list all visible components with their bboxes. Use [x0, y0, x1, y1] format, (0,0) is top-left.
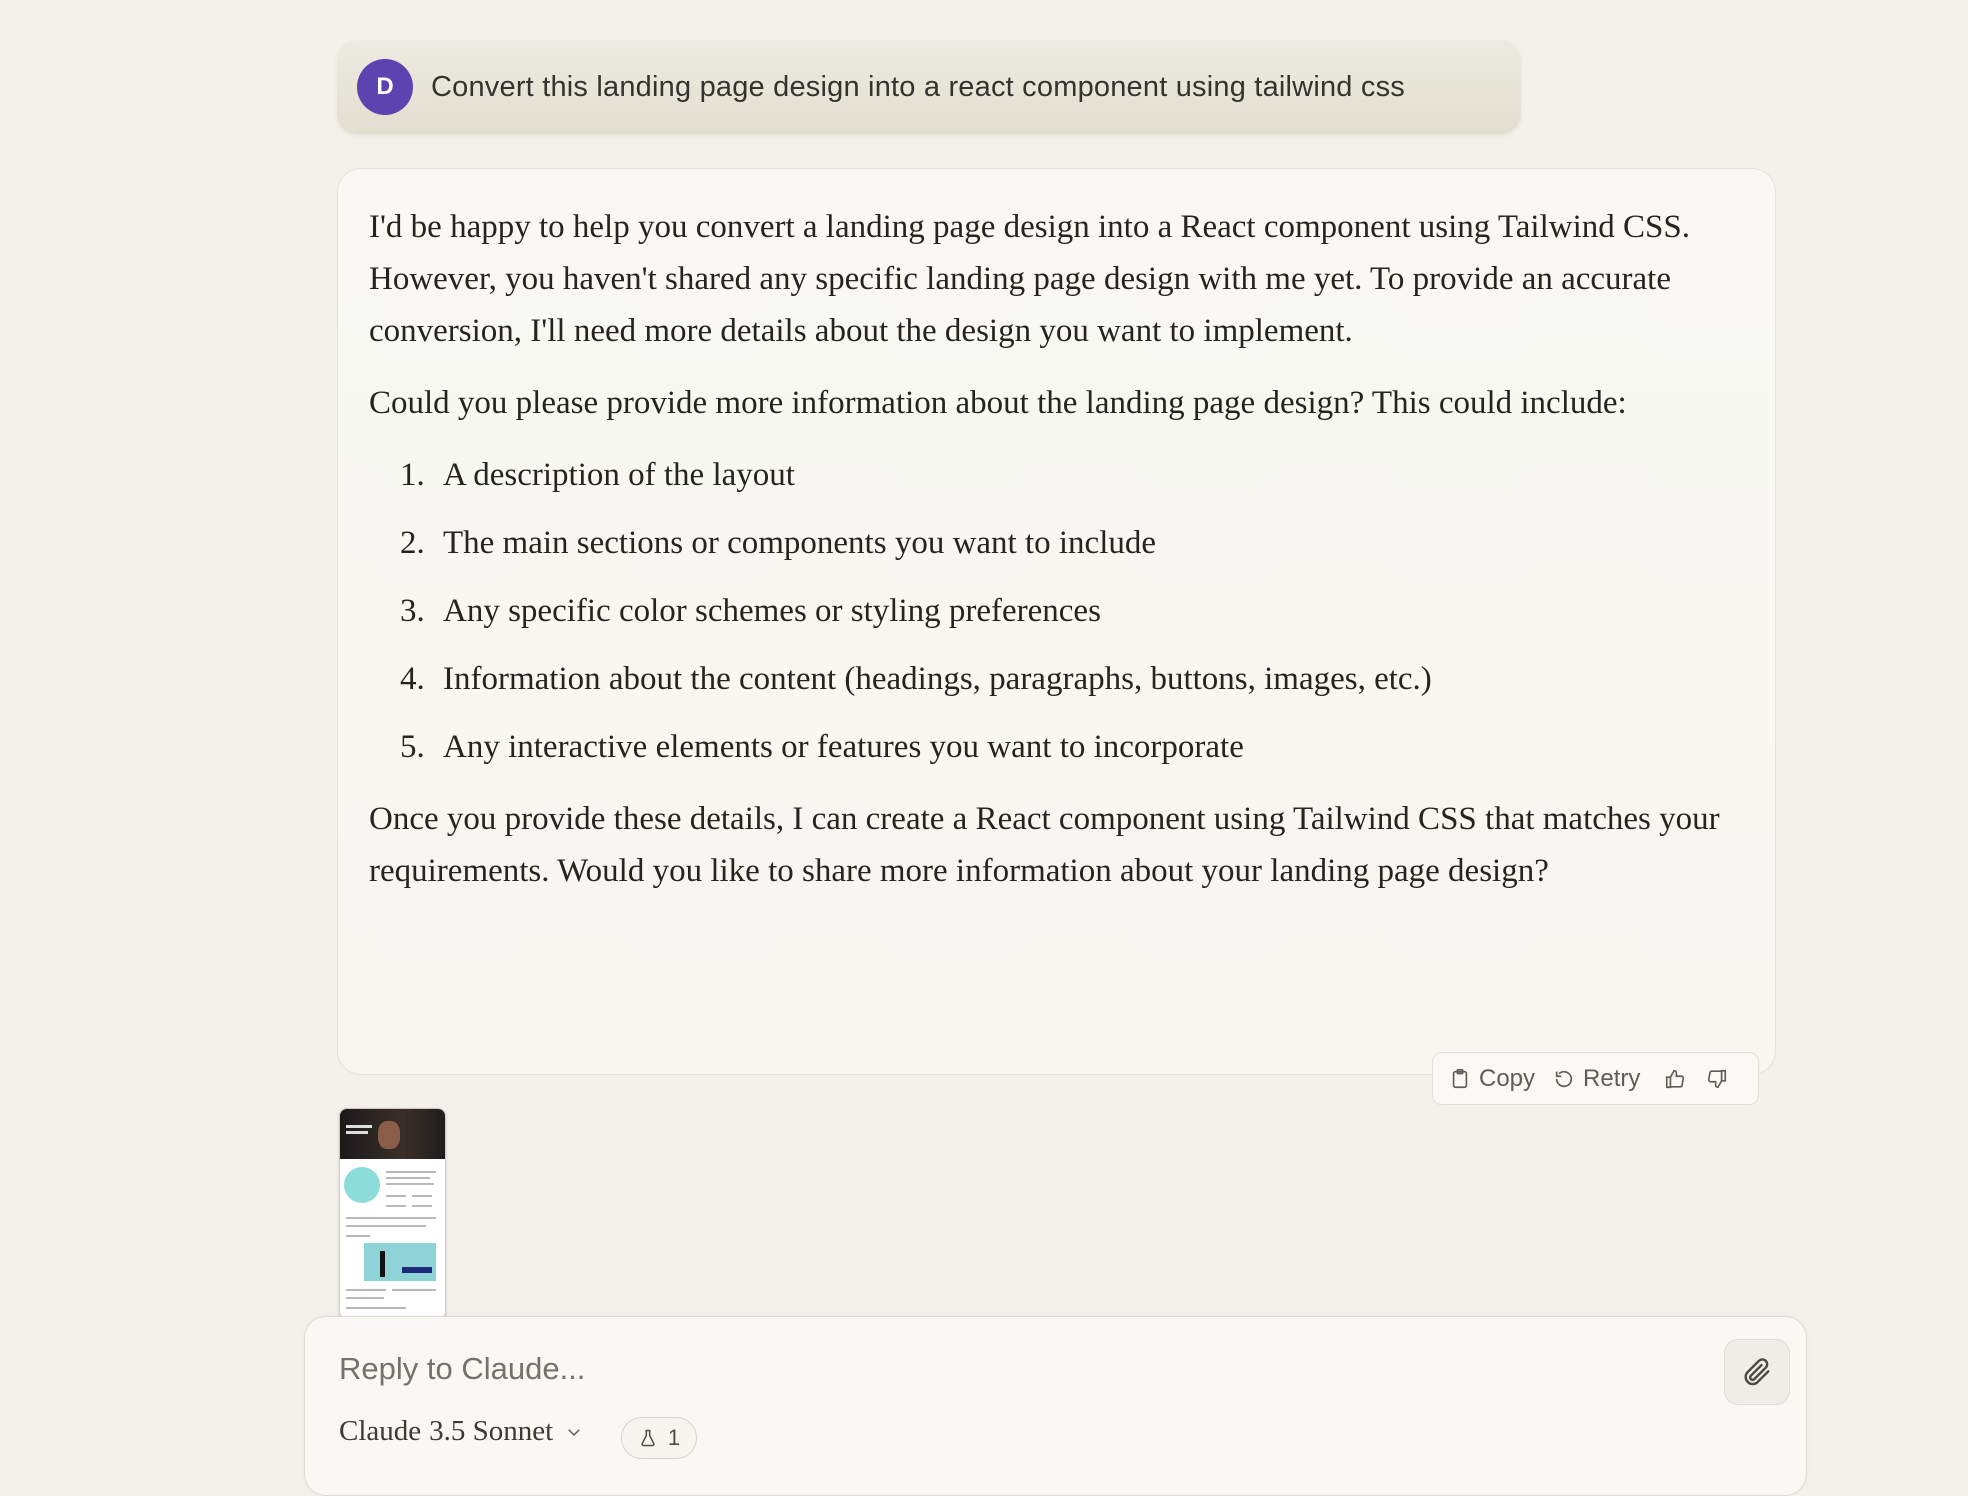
thumbnail-hero [340, 1109, 445, 1159]
user-message: D Convert this landing page design into … [337, 40, 1521, 134]
copy-button[interactable]: Copy [1449, 1065, 1535, 1093]
thumbs-down-button[interactable] [1706, 1068, 1728, 1090]
retry-label: Retry [1583, 1064, 1641, 1092]
message-actions: Copy Retry [1432, 1052, 1759, 1105]
thumbs-down-icon [1708, 1069, 1727, 1088]
model-version: 3.5 Sonnet [429, 1415, 554, 1447]
list-item: Any interactive elements or features you… [433, 721, 1745, 773]
thumbnail-map [344, 1167, 380, 1203]
user-avatar: D [357, 59, 413, 115]
thumbnail-feature [364, 1243, 436, 1281]
assistant-message: I'd be happy to help you convert a landi… [337, 168, 1776, 1075]
assistant-paragraph: Once you provide these details, I can cr… [369, 801, 1720, 889]
attach-button[interactable] [1724, 1339, 1790, 1405]
experiments-chip[interactable]: 1 [621, 1417, 697, 1459]
experiments-count: 1 [667, 1425, 681, 1450]
flask-icon [641, 1429, 655, 1447]
list-item: Information about the content (headings,… [433, 653, 1745, 705]
thumbs-up-button[interactable] [1664, 1068, 1686, 1090]
list-item: A description of the layout [433, 449, 1745, 501]
retry-icon [1555, 1070, 1573, 1087]
thumbs-up-icon [1666, 1069, 1685, 1088]
assistant-list: A description of the layout The main sec… [369, 449, 1745, 773]
reply-composer: Claude 3.5 Sonnet 1 [304, 1316, 1807, 1496]
attachment-thumbnail[interactable] [339, 1108, 446, 1320]
copy-label: Copy [1479, 1064, 1536, 1092]
reply-input[interactable] [339, 1347, 1659, 1391]
assistant-paragraph: Could you please provide more informatio… [369, 385, 1627, 421]
paperclip-icon [1744, 1358, 1770, 1386]
model-selector[interactable]: Claude 3.5 Sonnet [339, 1415, 583, 1448]
chevron-down-icon [568, 1428, 580, 1436]
list-item: The main sections or components you want… [433, 517, 1745, 569]
model-name: Claude [339, 1415, 422, 1447]
user-message-text: Convert this landing page design into a … [431, 70, 1405, 103]
retry-button[interactable]: Retry [1553, 1065, 1640, 1093]
assistant-paragraph: I'd be happy to help you convert a landi… [369, 209, 1690, 349]
list-item: Any specific color schemes or styling pr… [433, 585, 1745, 637]
clipboard-icon [1452, 1068, 1468, 1088]
